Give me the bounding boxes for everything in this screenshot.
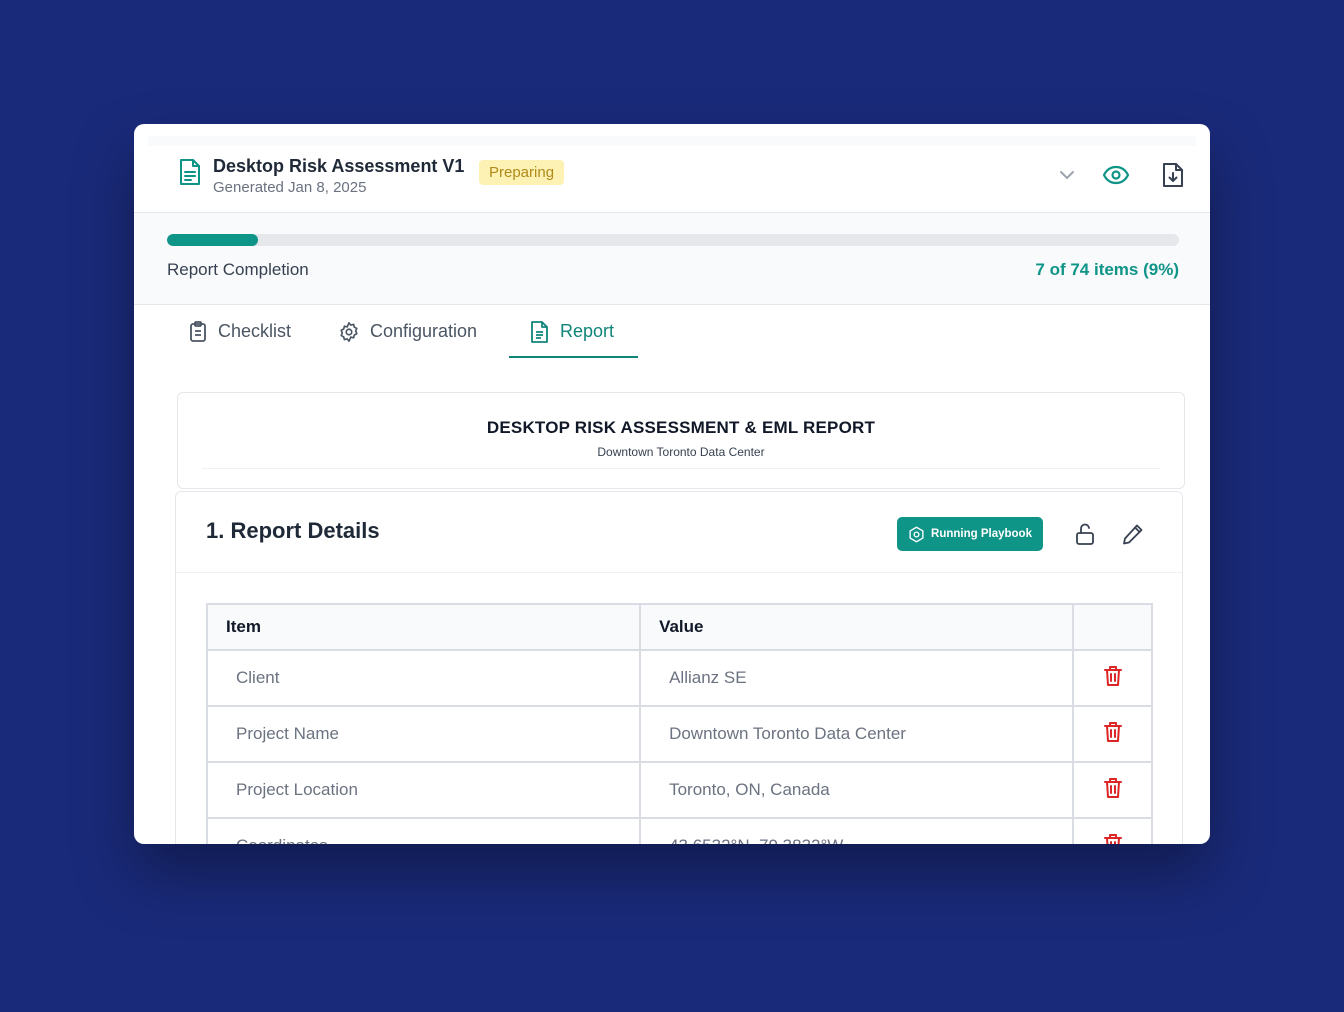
progress-bar xyxy=(167,234,1179,246)
running-playbook-button[interactable]: Running Playbook xyxy=(897,517,1043,551)
report-subheading: Downtown Toronto Data Center xyxy=(597,445,765,459)
tab-report[interactable]: Report xyxy=(530,305,614,358)
progress-bar-fill xyxy=(167,234,259,246)
report-heading: DESKTOP RISK ASSESSMENT & EML REPORT xyxy=(486,418,876,437)
table-row: Coordinates 43.6532°N, 79.3832°W xyxy=(205,817,1153,844)
report-details-section: 1. Report Details Running Playbook Item … xyxy=(175,491,1183,844)
report-header: Desktop Risk Assessment V1 Generated Jan… xyxy=(134,146,1210,213)
edit-button[interactable] xyxy=(1119,520,1147,548)
tab-label: Configuration xyxy=(370,321,478,341)
row-value[interactable]: Downtown Toronto Data Center xyxy=(639,705,1075,763)
playbook-label: Running Playbook xyxy=(931,528,1032,540)
tab-bar: Checklist Configuration Report xyxy=(134,305,1210,360)
divider xyxy=(202,468,1160,469)
tab-label: Checklist xyxy=(218,321,292,341)
report-heading-card: DESKTOP RISK ASSESSMENT & EML REPORT Dow… xyxy=(177,392,1185,489)
preview-button[interactable] xyxy=(1103,162,1129,188)
progress-area: Report Completion 7 of 74 items (9%) xyxy=(134,213,1210,305)
progress-label: Report Completion xyxy=(167,260,309,279)
progress-count: 7 of 74 items (9%) xyxy=(1035,260,1179,279)
row-value[interactable]: Toronto, ON, Canada xyxy=(639,761,1075,819)
table-row: Client Allianz SE xyxy=(205,649,1153,707)
download-file-icon xyxy=(1163,163,1183,187)
tab-configuration[interactable]: Configuration xyxy=(338,305,477,358)
row-actions xyxy=(1072,705,1153,763)
column-header-actions xyxy=(1072,603,1153,651)
row-item[interactable]: Project Location xyxy=(205,761,642,819)
row-item[interactable]: Project Name xyxy=(205,705,642,763)
column-header-value: Value xyxy=(639,603,1075,651)
document-icon xyxy=(180,159,200,185)
pencil-icon xyxy=(1123,524,1143,545)
table-row: Project Location Toronto, ON, Canada xyxy=(205,761,1153,819)
trash-icon[interactable] xyxy=(1103,777,1123,804)
expand-button[interactable] xyxy=(1054,162,1080,188)
lock-button[interactable] xyxy=(1071,520,1099,548)
column-header-item: Item xyxy=(205,603,642,651)
table-header-row: Item Value xyxy=(205,603,1153,651)
tab-label: Report xyxy=(560,321,615,341)
generated-date: Generated Jan 8, 2025 xyxy=(213,179,367,196)
section-header: 1. Report Details Running Playbook xyxy=(176,492,1182,573)
details-table: Item Value Client Allianz SE Project Nam… xyxy=(205,603,1153,844)
document-icon xyxy=(531,320,548,343)
gear-icon xyxy=(340,321,358,342)
trash-icon[interactable] xyxy=(1103,721,1123,748)
row-actions xyxy=(1072,817,1153,844)
status-badge: Preparing xyxy=(479,160,565,185)
row-item[interactable]: Client xyxy=(205,649,642,707)
trash-icon[interactable] xyxy=(1103,833,1123,844)
section-title: 1. Report Details xyxy=(206,518,380,543)
window-top-strip xyxy=(148,136,1196,146)
row-value[interactable]: Allianz SE xyxy=(639,649,1075,707)
tab-checklist[interactable]: Checklist xyxy=(188,305,291,358)
row-actions xyxy=(1072,761,1153,819)
clipboard-icon xyxy=(190,320,206,342)
row-actions xyxy=(1072,649,1153,707)
unlock-icon xyxy=(1076,523,1094,545)
trash-icon[interactable] xyxy=(1103,665,1123,692)
eye-icon xyxy=(1103,165,1129,185)
hexagon-icon xyxy=(909,526,924,542)
report-title: Desktop Risk Assessment V1 xyxy=(213,156,465,176)
report-window: Desktop Risk Assessment V1 Generated Jan… xyxy=(134,124,1210,844)
row-item[interactable]: Coordinates xyxy=(205,817,642,844)
download-button[interactable] xyxy=(1160,162,1186,188)
row-value[interactable]: 43.6532°N, 79.3832°W xyxy=(639,817,1075,844)
table-row: Project Name Downtown Toronto Data Cente… xyxy=(205,705,1153,763)
chevron-down-icon xyxy=(1060,171,1074,180)
active-tab-indicator xyxy=(509,356,638,358)
